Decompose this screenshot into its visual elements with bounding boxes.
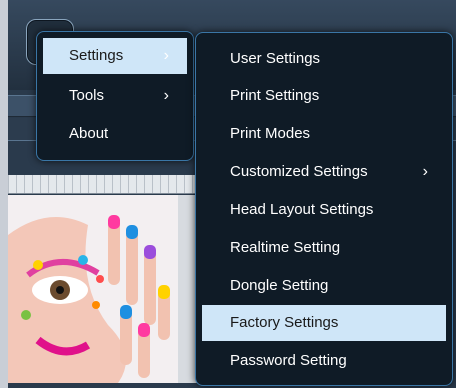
submenu-item-label: Customized Settings — [230, 163, 368, 180]
submenu-item-label: Print Settings — [230, 87, 320, 104]
submenu-item-factory-settings[interactable]: Factory Settings — [202, 305, 446, 341]
submenu-item-print-settings[interactable]: Print Settings — [202, 78, 446, 114]
submenu-item-label: Dongle Setting — [230, 277, 329, 294]
submenu-item-password-setting[interactable]: Password Setting — [202, 343, 446, 379]
menu-item-about[interactable]: About — [43, 116, 187, 152]
submenu-item-head-layout-settings[interactable]: Head Layout Settings — [202, 192, 446, 228]
menu-item-tools[interactable]: Tools › — [43, 78, 187, 114]
menu-item-label: Tools — [69, 87, 105, 104]
canvas-image-graphic — [8, 195, 178, 383]
submenu-item-customized-settings[interactable]: Customized Settings › — [202, 154, 446, 190]
canvas-left-margin — [0, 0, 8, 388]
settings-submenu: User Settings Print Settings Print Modes… — [195, 32, 453, 386]
chevron-right-icon: › — [163, 47, 169, 64]
submenu-item-realtime-setting[interactable]: Realtime Setting — [202, 230, 446, 266]
menu-item-settings[interactable]: Settings › — [43, 38, 187, 74]
canvas-image — [8, 195, 178, 383]
chevron-right-icon: › — [422, 163, 428, 180]
submenu-item-label: User Settings — [230, 50, 321, 67]
submenu-item-dongle-setting[interactable]: Dongle Setting — [202, 268, 446, 304]
ruler — [0, 175, 200, 194]
submenu-item-user-settings[interactable]: User Settings — [202, 41, 446, 77]
menu-item-label: Settings — [69, 47, 124, 64]
submenu-item-label: Password Setting — [230, 352, 347, 369]
chevron-right-icon: › — [163, 87, 169, 104]
submenu-item-label: Head Layout Settings — [230, 201, 374, 218]
main-menu: Settings › Tools › About — [36, 31, 194, 161]
submenu-item-label: Print Modes — [230, 125, 311, 142]
submenu-item-label: Factory Settings — [230, 314, 339, 331]
menu-item-label: About — [69, 125, 109, 142]
submenu-item-print-modes[interactable]: Print Modes — [202, 116, 446, 152]
submenu-item-label: Realtime Setting — [230, 239, 341, 256]
